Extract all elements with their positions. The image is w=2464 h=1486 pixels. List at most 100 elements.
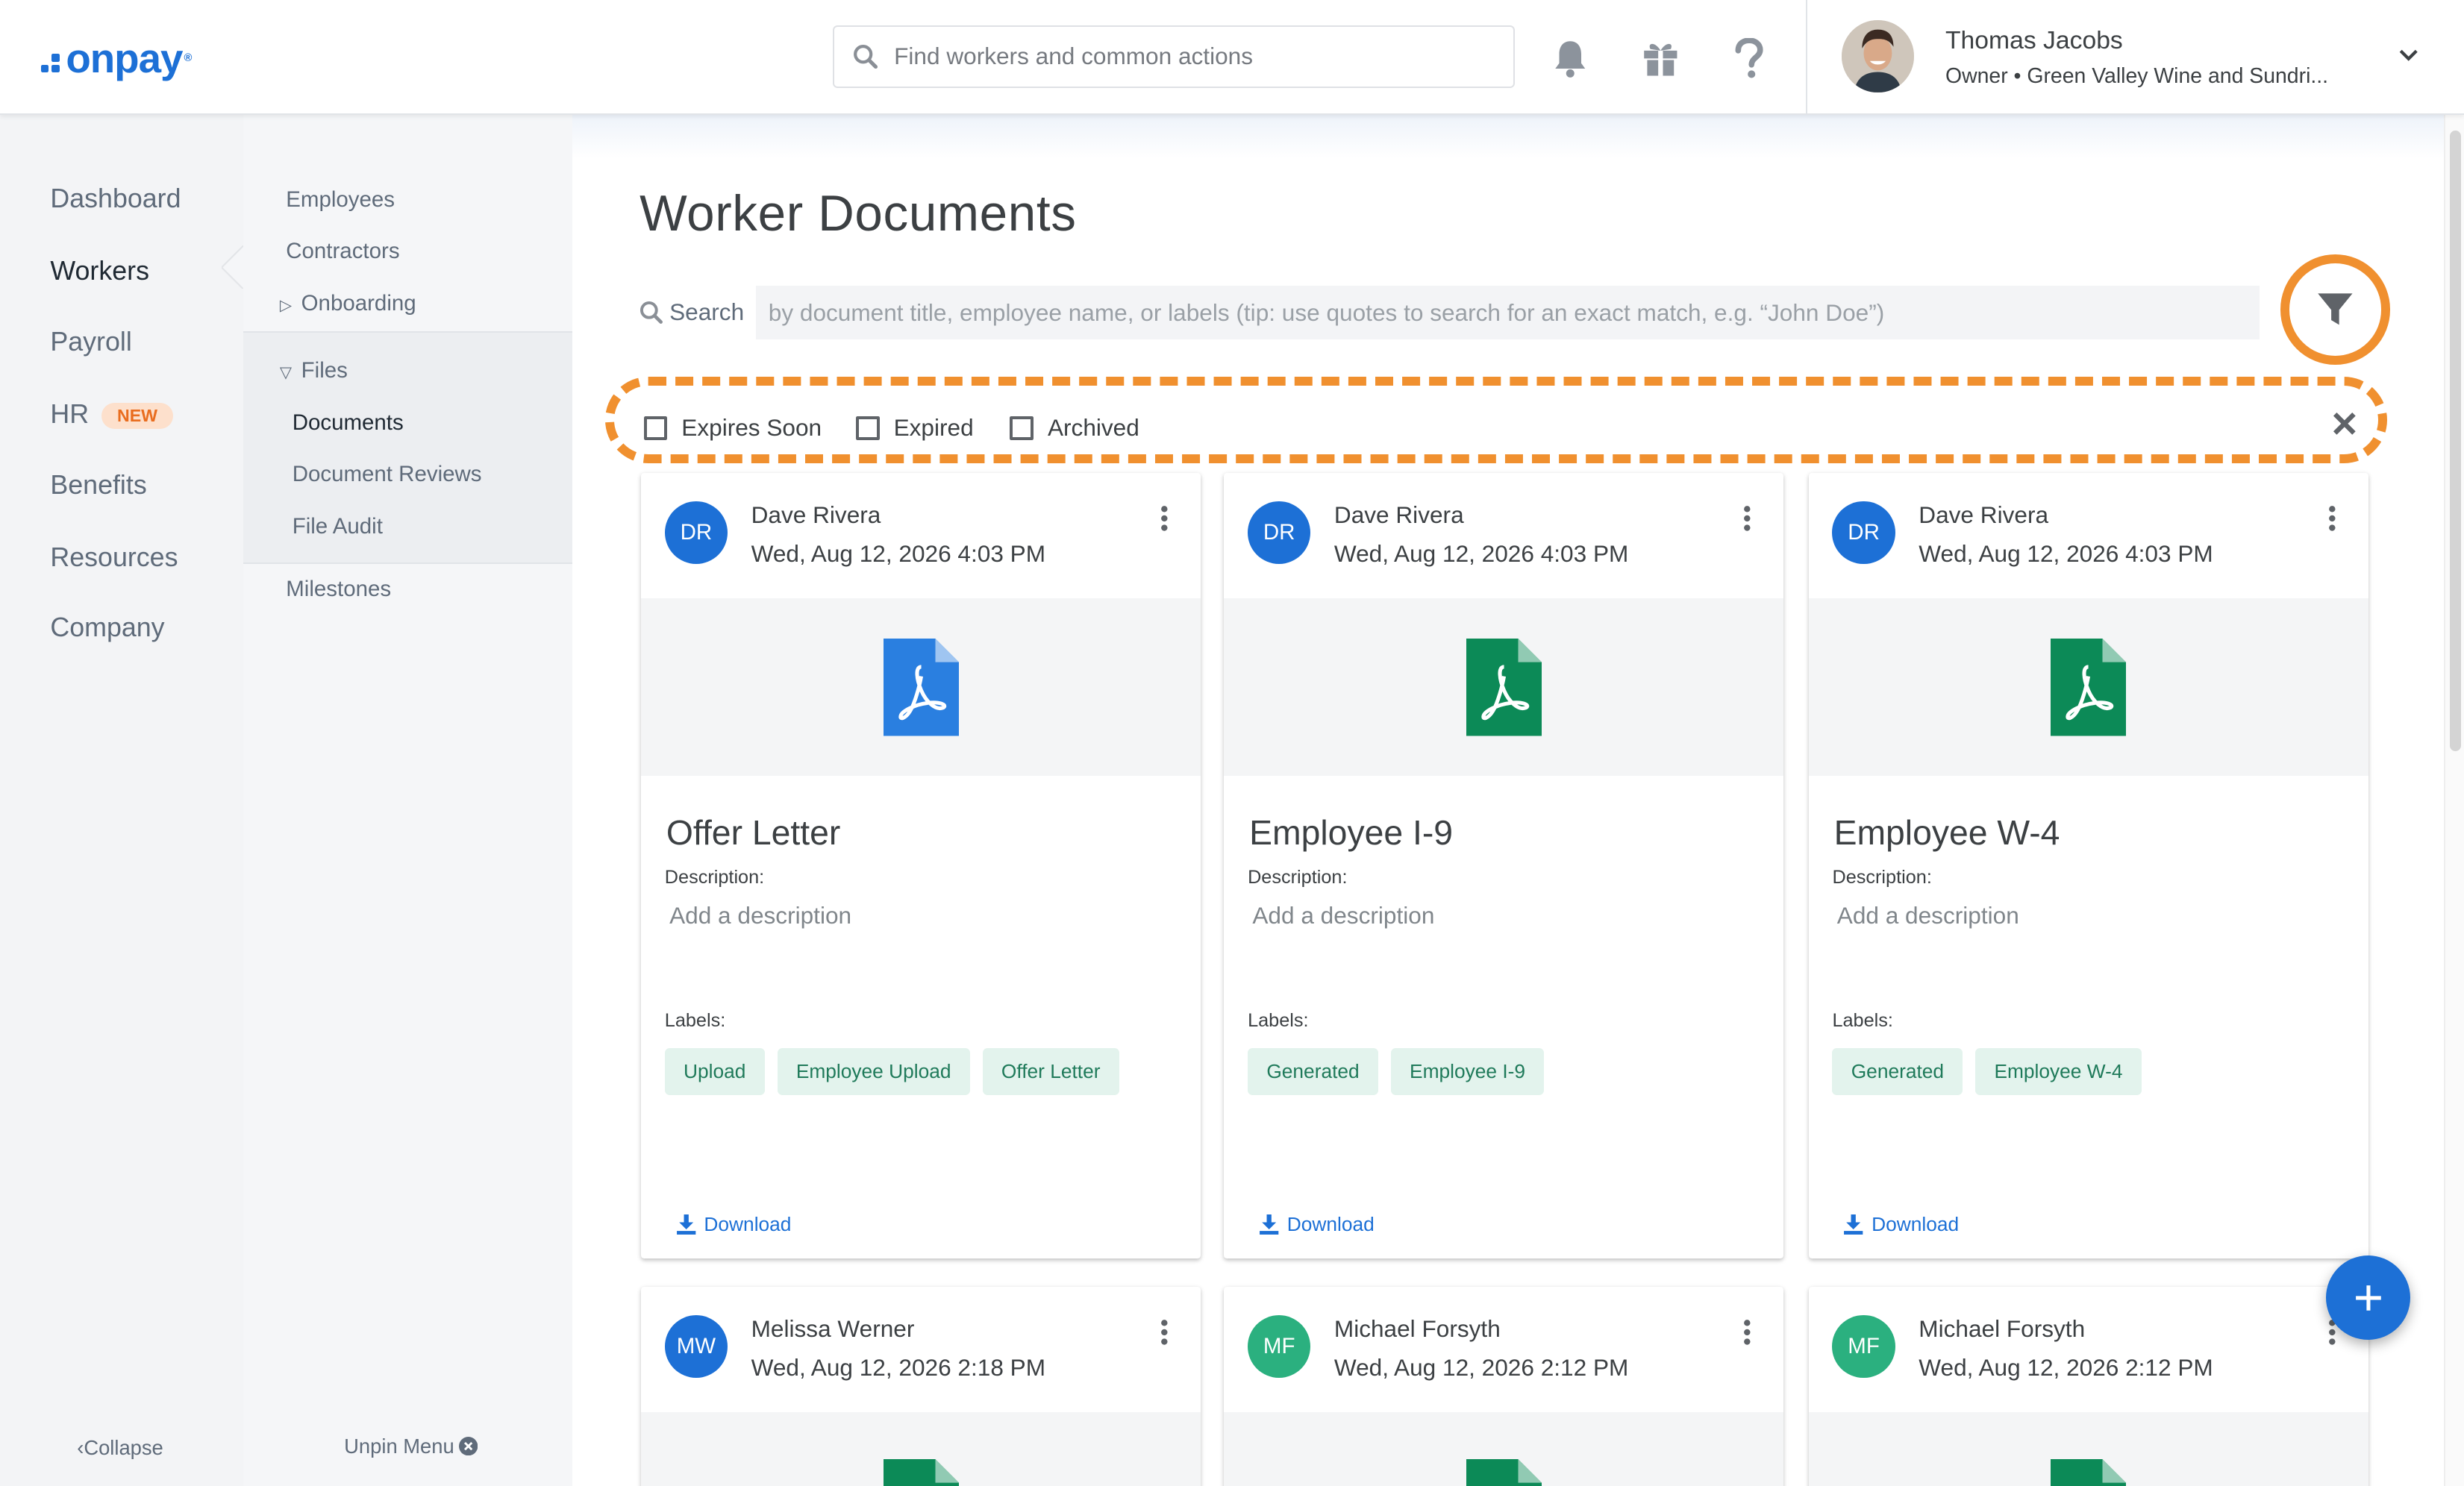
subnav-employees[interactable]: Employees — [286, 187, 395, 213]
document-preview[interactable] — [1224, 1412, 1784, 1486]
filter-options-row: Expires Soon Expired Archived — [604, 377, 2387, 464]
document-title[interactable]: Offer Letter — [666, 812, 840, 853]
avatar: MW — [664, 1314, 728, 1378]
label-tag[interactable]: Upload — [664, 1047, 765, 1095]
subnav-label: Onboarding — [301, 290, 416, 316]
document-preview[interactable] — [1808, 598, 2368, 777]
caret-right-icon: ▷ — [279, 296, 293, 314]
nav-benefits[interactable]: Benefits — [50, 470, 146, 501]
label-tags: Upload Employee Upload Offer Letter — [664, 1047, 1119, 1095]
subnav-document-reviews[interactable]: Document Reviews — [293, 462, 482, 487]
document-search-input[interactable] — [755, 286, 2260, 339]
label-tag[interactable]: Generated — [1832, 1047, 1963, 1095]
expires-soon-checkbox[interactable]: Expires Soon — [643, 414, 822, 442]
nav-resources[interactable]: Resources — [50, 542, 178, 573]
more-vert-icon[interactable] — [1160, 504, 1169, 533]
checkbox-label: Archived — [1047, 414, 1139, 442]
card-worker-name[interactable]: Dave Rivera — [1919, 501, 2048, 529]
document-preview[interactable] — [1808, 1412, 2368, 1486]
download-label: Download — [1872, 1212, 1960, 1235]
avatar: DR — [1832, 501, 1895, 564]
download-icon — [1844, 1214, 1863, 1235]
avatar: DR — [664, 501, 728, 564]
bell-icon[interactable] — [1551, 38, 1589, 79]
download-link[interactable]: Download — [676, 1213, 791, 1236]
chevron-down-icon[interactable] — [2398, 47, 2419, 63]
archived-checkbox[interactable]: Archived — [1010, 414, 1139, 442]
card-date: Wed, Aug 12, 2026 2:12 PM — [1919, 1354, 2213, 1382]
description-field[interactable]: Add a description — [1252, 902, 1434, 929]
doc-search-label: Search — [640, 298, 744, 326]
help-icon[interactable] — [1733, 37, 1765, 79]
caret-down-icon: ▽ — [279, 364, 293, 382]
user-avatar[interactable] — [1842, 20, 1914, 93]
label-tag[interactable]: Employee Upload — [777, 1047, 970, 1095]
checkbox-label: Expired — [893, 414, 974, 442]
card-worker-name[interactable]: Dave Rivera — [1334, 501, 1464, 529]
document-card: MW Melissa Werner Wed, Aug 12, 2026 2:18… — [641, 1286, 1201, 1486]
document-preview[interactable] — [1224, 598, 1784, 777]
more-vert-icon[interactable] — [1160, 1318, 1169, 1347]
label-tag[interactable]: Generated — [1248, 1047, 1378, 1095]
more-vert-icon[interactable] — [2327, 504, 2337, 533]
scrollbar[interactable] — [2443, 114, 2464, 1486]
description-field[interactable]: Add a description — [1837, 902, 2019, 929]
scrollbar-thumb[interactable] — [2449, 130, 2461, 751]
nav-workers[interactable]: Workers — [50, 256, 149, 286]
subnav-label: Files — [301, 358, 348, 383]
onpay-logo[interactable]: onpay ® — [40, 34, 192, 82]
close-icon[interactable] — [2332, 411, 2357, 436]
collapse-button[interactable]: ‹Collapse — [77, 1436, 163, 1460]
files-group: ▽ Files Documents Document Reviews File A… — [243, 331, 572, 564]
more-vert-icon[interactable] — [1742, 1318, 1752, 1347]
document-preview[interactable] — [641, 598, 1201, 777]
document-title[interactable]: Employee I-9 — [1249, 812, 1453, 853]
description-field[interactable]: Add a description — [669, 902, 851, 929]
checkbox-box[interactable] — [1010, 416, 1034, 440]
global-search-box[interactable] — [833, 25, 1515, 88]
close-circle-icon — [459, 1437, 478, 1456]
filter-button[interactable] — [2280, 254, 2391, 365]
card-date: Wed, Aug 12, 2026 4:03 PM — [1333, 540, 1629, 568]
file-icon — [883, 1459, 959, 1486]
nav-dashboard[interactable]: Dashboard — [50, 184, 181, 214]
subnav-files[interactable]: ▽ Files — [280, 358, 348, 383]
document-card: DR Dave Rivera Wed, Aug 12, 2026 4:03 PM… — [641, 472, 1201, 1258]
avatar: MF — [1248, 1314, 1311, 1378]
subnav-file-audit[interactable]: File Audit — [293, 514, 383, 539]
card-worker-name[interactable]: Melissa Werner — [751, 1315, 915, 1343]
document-card: MF Michael Forsyth Wed, Aug 12, 2026 2:1… — [1224, 1286, 1784, 1486]
expired-checkbox[interactable]: Expired — [856, 414, 974, 442]
nav-label: HR — [50, 398, 90, 429]
subnav-onboarding[interactable]: ▷ Onboarding — [280, 291, 416, 316]
subnav-milestones[interactable]: Milestones — [286, 577, 391, 602]
label-tags: Generated Employee W-4 — [1832, 1047, 2142, 1095]
label-tag[interactable]: Employee W-4 — [1975, 1047, 2142, 1095]
add-document-button[interactable] — [2325, 1255, 2411, 1341]
checkbox-box[interactable] — [856, 416, 880, 440]
card-worker-name[interactable]: Dave Rivera — [751, 501, 881, 529]
subnav-contractors[interactable]: Contractors — [286, 239, 399, 264]
card-worker-name[interactable]: Michael Forsyth — [1919, 1315, 2085, 1343]
checkbox-box[interactable] — [643, 416, 668, 440]
document-title[interactable]: Employee W-4 — [1834, 812, 2060, 853]
nav-payroll[interactable]: Payroll — [50, 327, 131, 357]
more-vert-icon[interactable] — [1742, 504, 1752, 533]
download-link[interactable]: Download — [1259, 1213, 1375, 1236]
label-tag[interactable]: Employee I-9 — [1390, 1047, 1545, 1095]
gift-icon[interactable] — [1641, 38, 1680, 78]
nav-company[interactable]: Company — [50, 612, 164, 643]
logo-mark-icon — [40, 54, 60, 73]
checkbox-label: Expires Soon — [681, 414, 822, 442]
label-tag[interactable]: Offer Letter — [982, 1047, 1119, 1095]
user-menu[interactable]: Thomas Jacobs Owner • Green Valley Wine … — [1805, 0, 2464, 113]
subnav-documents[interactable]: Documents — [293, 410, 404, 436]
nav-hr[interactable]: HR NEW — [50, 398, 174, 430]
download-link[interactable]: Download — [1843, 1213, 1959, 1236]
app-window: onpay ® Find workers and common actions … — [0, 0, 2464, 1486]
document-preview[interactable] — [641, 1412, 1201, 1486]
unpin-menu-button[interactable]: Unpin Menu — [344, 1435, 478, 1458]
global-search-input[interactable] — [890, 41, 1495, 72]
card-worker-name[interactable]: Michael Forsyth — [1334, 1315, 1501, 1343]
user-photo — [1842, 20, 1914, 93]
